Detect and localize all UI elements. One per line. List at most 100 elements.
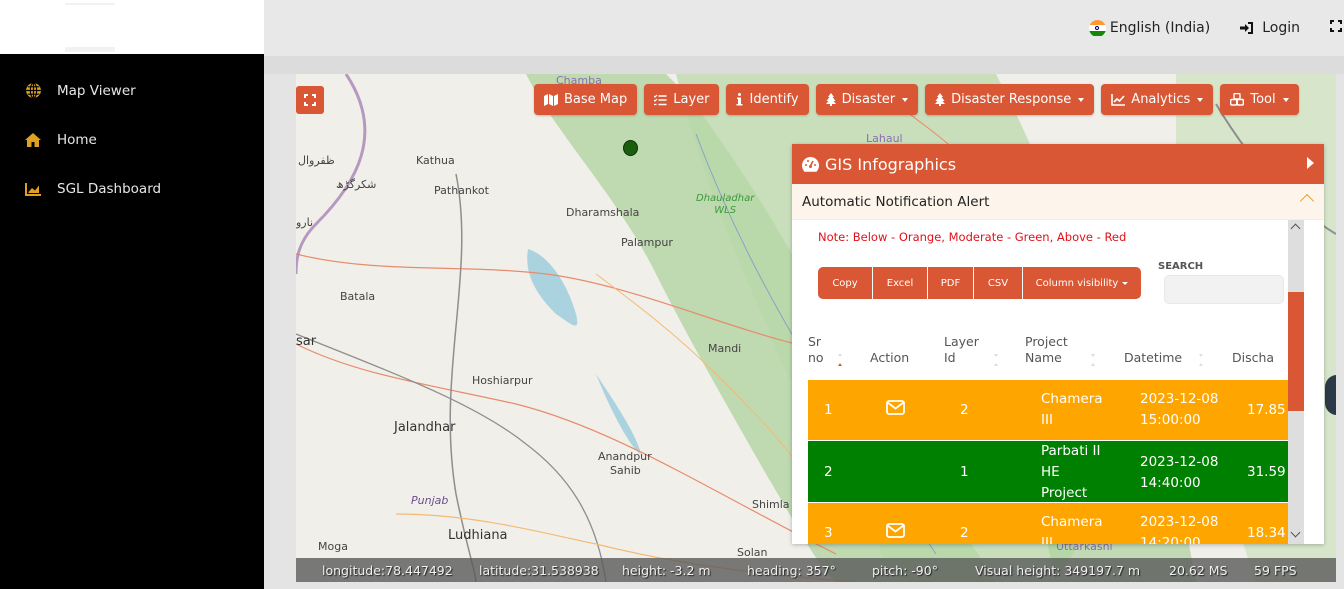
section-title: Automatic Notification Alert xyxy=(802,193,990,210)
column-header-datetime[interactable]: Datetime xyxy=(1124,350,1182,366)
ms-readout: 20.62 MS xyxy=(1169,562,1228,578)
column-header-project-name[interactable]: Project Name xyxy=(1025,334,1068,366)
mail-icon[interactable] xyxy=(886,400,905,422)
column-visibility-dropdown[interactable]: Column visibility xyxy=(1023,267,1141,299)
map-label: Jalandhar xyxy=(394,420,456,435)
cell-project-name: Parbati II HE Project xyxy=(1041,443,1101,501)
map-label: sar xyxy=(296,334,317,349)
fullscreen-button[interactable] xyxy=(1330,20,1342,36)
column-header-action[interactable]: Action xyxy=(870,350,909,366)
map-label: Ludhiana xyxy=(448,528,508,543)
map-label: Mandi xyxy=(708,342,742,355)
mail-icon[interactable] xyxy=(886,523,905,544)
column-header-layer-id[interactable]: Layer Id xyxy=(944,334,979,366)
search-input[interactable] xyxy=(1164,275,1284,304)
sidebar-item-map-viewer[interactable]: Map Viewer xyxy=(0,66,264,115)
tree-icon xyxy=(935,93,946,106)
analytics-dropdown[interactable]: Analytics xyxy=(1101,84,1214,115)
table-row[interactable]: 1 2 Chamera III 2023-12-08 15:00:00 17.85 xyxy=(808,380,1291,441)
accordion-header[interactable]: Automatic Notification Alert xyxy=(792,184,1324,220)
gis-infographics-panel: GIS Infographics Automatic Notification … xyxy=(792,144,1324,544)
sort-icon xyxy=(1091,354,1095,357)
map-label: Kathua xyxy=(416,154,455,167)
scrollbar-thumb[interactable] xyxy=(1288,292,1304,411)
cell-layer-id: 2 xyxy=(960,402,969,418)
chart-area-icon xyxy=(24,180,42,198)
map-label: Palampur xyxy=(621,236,673,249)
cell-datetime: 2023-12-08 14:40:00 xyxy=(1140,454,1219,491)
sidebar-item-label: SGL Dashboard xyxy=(57,180,162,197)
cell-project-name: Chamera III xyxy=(1041,514,1103,544)
cell-sr-no: 2 xyxy=(824,464,833,480)
sidebar-item-home[interactable]: Home xyxy=(0,115,264,164)
cell-discharge: 31.59 xyxy=(1247,464,1286,480)
chart-line-icon xyxy=(1111,93,1126,106)
map-label: Dharamshala xyxy=(566,206,640,219)
sidebar-item-label: Map Viewer xyxy=(57,82,136,99)
map-label: Moga xyxy=(318,540,348,553)
fps-readout: 59 FPS xyxy=(1254,562,1297,578)
map-label: ظفروال xyxy=(298,154,335,167)
csv-button[interactable]: CSV xyxy=(974,267,1023,299)
column-header-sr-no[interactable]: Sr no xyxy=(808,334,824,366)
layer-button[interactable]: Layer xyxy=(644,84,720,115)
caret-down-icon xyxy=(902,97,909,102)
heading-readout: heading: 357° xyxy=(747,562,836,578)
globe-icon xyxy=(24,82,42,100)
base-map-button[interactable]: Base Map xyxy=(534,84,638,115)
button-label: Layer xyxy=(673,92,710,107)
table-body: 1 2 Chamera III 2023-12-08 15:00:00 17.85 … xyxy=(808,380,1291,544)
sort-asc-icon xyxy=(838,353,842,356)
panel-header[interactable]: GIS Infographics xyxy=(792,144,1324,184)
button-label: Tool xyxy=(1250,92,1276,107)
expand-icon xyxy=(1330,20,1342,32)
tachometer-icon xyxy=(802,156,819,172)
scroll-down-icon[interactable] xyxy=(1290,527,1301,538)
top-bar: English (India) Login xyxy=(264,0,1344,56)
map-marker[interactable] xyxy=(623,140,638,156)
caret-down-icon xyxy=(1282,97,1289,102)
pdf-button[interactable]: PDF xyxy=(928,267,974,299)
logo-area xyxy=(0,0,264,54)
list-check-icon xyxy=(654,94,667,105)
tree-icon xyxy=(825,93,836,106)
expand-icon xyxy=(304,94,316,106)
disaster-response-dropdown[interactable]: Disaster Response xyxy=(925,84,1095,115)
sort-icon xyxy=(994,354,998,357)
excel-button[interactable]: Excel xyxy=(873,267,928,299)
map-label: شکرگڑھ xyxy=(336,178,377,191)
sort-icon xyxy=(1199,363,1203,366)
copy-button[interactable]: Copy xyxy=(818,267,873,299)
table-row[interactable]: 3 2 Chamera III 2023-12-08 14:20:00 18.34 xyxy=(808,503,1291,544)
map-status-bar: longitude:78.447492 latitude:31.538938 h… xyxy=(296,558,1336,582)
table-scrollbar[interactable] xyxy=(1288,220,1304,544)
sort-active-icon xyxy=(838,363,842,366)
map-fullscreen-button[interactable] xyxy=(296,86,324,114)
cell-project-name: Chamera III xyxy=(1041,391,1103,428)
map-label: Dhauladhar WLS xyxy=(696,193,755,216)
longitude-readout: longitude:78.447492 xyxy=(322,562,453,578)
cell-datetime: 2023-12-08 15:00:00 xyxy=(1140,391,1219,428)
cell-discharge: 18.34 xyxy=(1247,525,1286,541)
tool-dropdown[interactable]: Tool xyxy=(1220,84,1299,115)
visual-height-readout: Visual height: 349197.7 m xyxy=(975,562,1141,578)
language-selector[interactable]: English (India) xyxy=(1088,19,1210,37)
scroll-up-icon[interactable] xyxy=(1290,223,1301,234)
cell-layer-id: 2 xyxy=(960,525,969,541)
panel-title: GIS Infographics xyxy=(825,154,957,174)
disaster-dropdown[interactable]: Disaster xyxy=(815,84,919,115)
sidebar-item-sgl-dashboard[interactable]: SGL Dashboard xyxy=(0,164,264,213)
column-header-discharge[interactable]: Discha xyxy=(1232,350,1274,366)
cubes-icon xyxy=(1230,93,1245,106)
map-icon xyxy=(544,93,558,106)
header-strip xyxy=(264,56,1344,74)
accordion-body: Note: Below - Orange, Moderate - Green, … xyxy=(792,220,1324,544)
table-row[interactable]: 2 1 Parbati II HE Project 2023-12-08 14:40:… xyxy=(808,441,1291,503)
caret-down-icon xyxy=(1197,97,1204,102)
login-button[interactable]: Login xyxy=(1240,20,1300,36)
latitude-readout: latitude:31.538938 xyxy=(479,562,599,578)
chevron-up-icon[interactable] xyxy=(1299,193,1315,209)
sort-icon xyxy=(1091,363,1095,366)
collapse-panel-icon[interactable] xyxy=(1307,157,1314,169)
identify-button[interactable]: Identify xyxy=(726,84,809,115)
